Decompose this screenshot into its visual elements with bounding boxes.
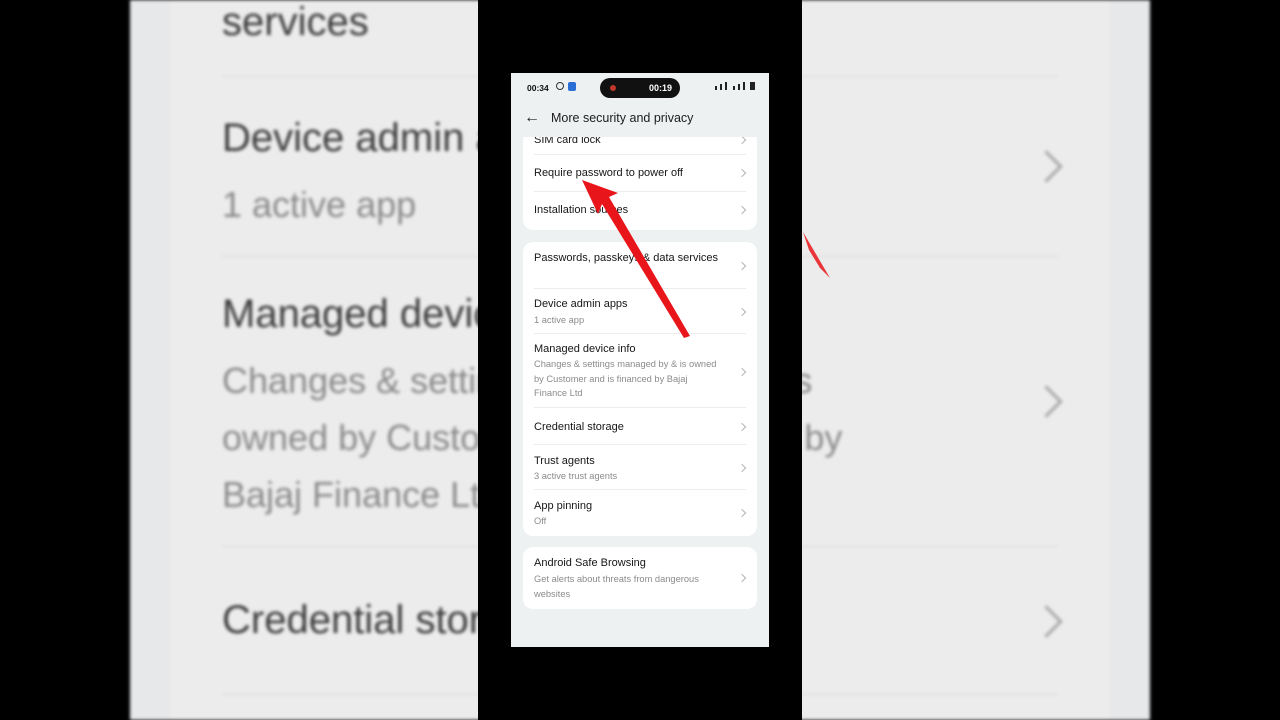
chevron-right-icon bbox=[737, 205, 747, 215]
settings-list[interactable]: SIM card lock Require password to power … bbox=[511, 137, 769, 647]
signal-icon bbox=[715, 86, 717, 90]
whatsapp-icon bbox=[556, 82, 564, 90]
record-dot-icon bbox=[610, 85, 616, 91]
item-sub: Changes & settings managed by & is owned… bbox=[534, 359, 717, 398]
status-icons bbox=[715, 82, 755, 90]
chevron-right-icon bbox=[737, 573, 747, 583]
list-item-sim-card-lock[interactable]: SIM card lock bbox=[523, 137, 757, 155]
signal-icon bbox=[725, 82, 727, 90]
letterbox-top bbox=[478, 0, 802, 73]
list-item-installation-sources[interactable]: Installation sources bbox=[523, 192, 757, 230]
status-bar: 00:34 00:19 bbox=[511, 73, 769, 101]
item-label: Trust agents bbox=[534, 455, 595, 467]
list-item-managed-device-info[interactable]: Managed device info Changes & settings m… bbox=[523, 334, 757, 408]
item-label: Managed device info bbox=[534, 343, 636, 355]
chevron-right-icon bbox=[737, 307, 747, 317]
item-sub: Off bbox=[534, 516, 547, 526]
app-header: ← More security and privacy bbox=[511, 101, 769, 137]
letterbox-left bbox=[478, 0, 511, 720]
item-label: SIM card lock bbox=[534, 137, 601, 146]
item-label: Passwords, passkeys & data services bbox=[534, 252, 719, 264]
signal-icon bbox=[733, 86, 735, 90]
page-title: More security and privacy bbox=[551, 111, 694, 125]
letterbox-right bbox=[769, 0, 802, 720]
chevron-right-icon bbox=[737, 463, 747, 473]
item-label: Credential storage bbox=[534, 421, 624, 433]
chevron-right-icon bbox=[737, 261, 747, 271]
bg-row-device-admin-sub: 1 active app bbox=[222, 184, 417, 225]
notification-icon bbox=[568, 82, 576, 91]
recording-time: 00:19 bbox=[648, 83, 672, 93]
status-time: 00:34 bbox=[527, 83, 549, 93]
list-item-device-admin-apps[interactable]: Device admin apps 1 active app bbox=[523, 289, 757, 334]
item-label: Device admin apps bbox=[534, 298, 628, 310]
item-sub: 1 active app bbox=[534, 315, 585, 325]
list-item-android-safe-browsing[interactable]: Android Safe Browsing Get alerts about t… bbox=[523, 547, 757, 609]
arrow-left-icon[interactable]: ← bbox=[524, 110, 540, 126]
list-item-passwords[interactable]: Passwords, passkeys & data services bbox=[523, 242, 757, 289]
list-item-trust-agents[interactable]: Trust agents 3 active trust agents bbox=[523, 445, 757, 490]
signal-icon bbox=[720, 84, 722, 90]
signal-icon bbox=[738, 84, 740, 90]
battery-icon bbox=[750, 82, 755, 90]
item-label: App pinning bbox=[534, 500, 593, 512]
item-sub: 3 active trust agents bbox=[534, 471, 618, 481]
settings-group-2: Passwords, passkeys & data services Devi… bbox=[523, 242, 757, 536]
screen-record-pill[interactable]: 00:19 bbox=[600, 78, 680, 98]
chevron-right-icon bbox=[737, 168, 747, 178]
chevron-right-icon bbox=[737, 367, 747, 377]
item-label: Require password to power off bbox=[534, 167, 683, 179]
phone-screen: 00:34 00:19 ← More security and privacy … bbox=[511, 73, 769, 647]
item-label: Installation sources bbox=[534, 204, 629, 216]
settings-group-1: SIM card lock Require password to power … bbox=[523, 137, 757, 230]
chevron-right-icon bbox=[737, 508, 747, 518]
signal-icon bbox=[743, 82, 745, 90]
chevron-right-icon bbox=[737, 422, 747, 432]
bg-row-services: services bbox=[222, 0, 369, 44]
letterbox-bottom bbox=[478, 647, 802, 720]
list-item-credential-storage[interactable]: Credential storage bbox=[523, 408, 757, 445]
list-item-app-pinning[interactable]: App pinning Off bbox=[523, 490, 757, 536]
chevron-right-icon bbox=[737, 137, 747, 145]
settings-group-3: Android Safe Browsing Get alerts about t… bbox=[523, 547, 757, 609]
list-item-require-password[interactable]: Require password to power off bbox=[523, 155, 757, 192]
item-sub: Get alerts about threats from dangerous … bbox=[534, 574, 699, 599]
item-label: Android Safe Browsing bbox=[534, 557, 646, 569]
